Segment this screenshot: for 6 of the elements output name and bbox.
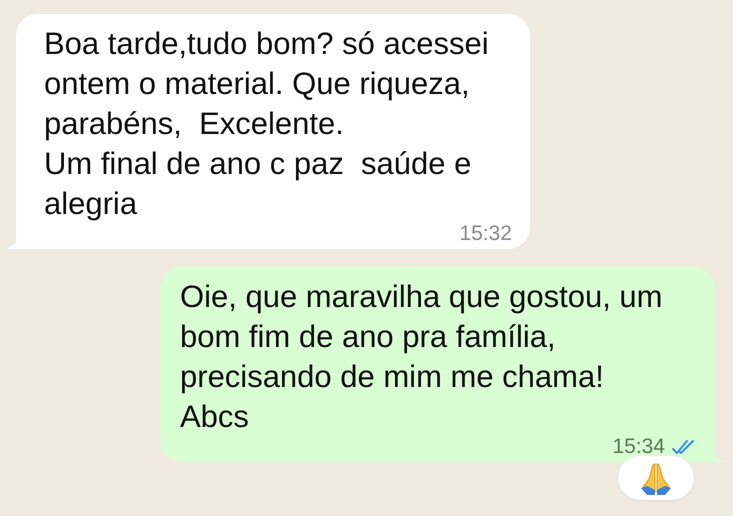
reaction-badge[interactable] xyxy=(618,456,694,500)
message-time: 15:32 xyxy=(459,222,512,246)
message-text: Oie, que maravilha que gostou, um bom fim de ano pra família, precisando de mim me chama! Abcs xyxy=(180,278,664,436)
message-time: 15:34 xyxy=(612,435,665,459)
praying-hands-icon xyxy=(639,461,673,495)
message-text: Boa tarde,tudo bom? só acessei ontem o material. Que riqueza, parabéns, Excelente. Um final de ano c paz saúde e alegria xyxy=(44,25,490,223)
